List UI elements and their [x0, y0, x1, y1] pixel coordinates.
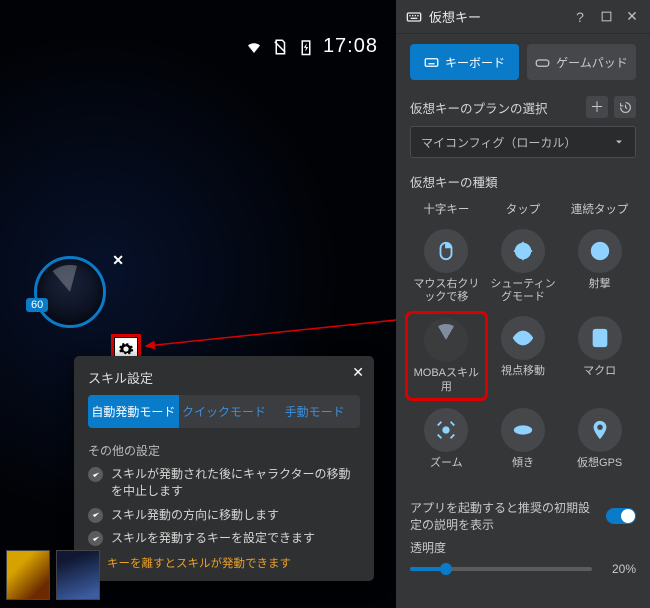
option-move-direction[interactable]: スキル発動の方向に移動します: [88, 507, 360, 524]
startup-hint: アプリを起動すると推奨の初期設定の説明を表示: [410, 499, 598, 533]
joystick-ring[interactable]: [34, 256, 106, 328]
virtual-joystick[interactable]: ✕ 60: [34, 256, 114, 336]
popup-close-button[interactable]: ✕: [352, 364, 364, 381]
option-set-key[interactable]: スキルを発動するキーを設定できます: [88, 530, 360, 547]
cat-multitap[interactable]: 連続タップ: [563, 199, 636, 219]
expand-button[interactable]: [598, 9, 614, 25]
ctl-label: 射撃: [589, 278, 611, 304]
option-label: スキルが発動された後にキャラクターの移動を中止します: [111, 466, 360, 500]
release-key-hint: キーを離すとスキルが発動できます: [88, 555, 360, 571]
popup-title: スキル設定: [88, 368, 360, 387]
mode-quick[interactable]: クイックモード: [179, 395, 270, 428]
tab-label: キーボード: [445, 54, 505, 71]
opacity-value: 20%: [602, 562, 636, 576]
ctl-label: 傾き: [512, 457, 534, 483]
battery-charging-icon: [297, 38, 315, 56]
checkbox-checked-icon: [88, 508, 103, 523]
ctl-label: マクロ: [583, 365, 616, 391]
avatar-thumbnail[interactable]: [6, 550, 50, 600]
other-settings-title: その他の設定: [88, 442, 360, 459]
key-type-categories: 十字キー タップ 連続タップ: [410, 199, 636, 219]
add-plan-button[interactable]: ＋: [586, 96, 608, 118]
script-icon: [589, 327, 611, 349]
ctl-label: 仮想GPS: [577, 457, 622, 483]
ctl-mouse-right[interactable]: マウス右クリックで移: [410, 229, 483, 304]
crosshair-scope-icon: [512, 240, 534, 262]
location-icon: [589, 419, 611, 441]
checkbox-checked-icon: [88, 467, 103, 482]
hint-text: キーを離すとスキルが発動できます: [107, 555, 291, 571]
ctl-label: マウス右クリックで移: [410, 278, 483, 304]
mode-manual[interactable]: 手動モード: [269, 395, 360, 428]
select-value: マイコンフィグ（ローカル）: [421, 134, 576, 151]
history-plan-button[interactable]: [614, 96, 636, 118]
mode-auto[interactable]: 自動発動モード: [88, 395, 179, 428]
opacity-slider[interactable]: [410, 567, 592, 571]
checkbox-checked-icon: [88, 531, 103, 546]
control-grid: マウス右クリックで移 シューティングモード 射撃 MOBAスキル用 視点移動 マ…: [410, 229, 636, 483]
ctl-label: ズーム: [430, 457, 463, 483]
sim-icon: [271, 38, 289, 56]
gear-icon: [118, 341, 134, 357]
tab-label: ゲームパッド: [556, 54, 628, 71]
option-label: スキル発動の方向に移動します: [111, 507, 279, 524]
ctl-label: MOBAスキル用: [412, 367, 481, 393]
ctl-shoot[interactable]: 射撃: [563, 229, 636, 304]
history-icon: [619, 101, 632, 114]
option-label: スキルを発動するキーを設定できます: [111, 530, 315, 547]
option-stop-movement[interactable]: スキルが発動された後にキャラクターの移動を中止します: [88, 466, 360, 500]
help-button[interactable]: ?: [572, 9, 588, 25]
close-panel-button[interactable]: ✕: [624, 9, 640, 25]
eye-icon: [512, 327, 534, 349]
ctl-gps[interactable]: 仮想GPS: [563, 408, 636, 483]
tilt-icon: [512, 419, 534, 441]
mode-segmented-control: 自動発動モード クイックモード 手動モード: [88, 395, 360, 428]
tab-keyboard[interactable]: キーボード: [410, 44, 519, 80]
input-type-tabs: キーボード ゲームパッド: [410, 44, 636, 80]
window-icon: [600, 10, 613, 23]
startup-hint-toggle[interactable]: [606, 508, 636, 524]
keyboard-icon: [424, 55, 439, 70]
plan-select[interactable]: マイコンフィグ（ローカル）: [410, 126, 636, 158]
ctl-macro[interactable]: マクロ: [563, 316, 636, 395]
joystick-badge: 60: [26, 298, 48, 312]
panel-title: 仮想キー: [429, 7, 481, 26]
wifi-icon: [245, 38, 263, 56]
ctl-tilt[interactable]: 傾き: [487, 408, 560, 483]
plan-label: 仮想キーのプランの選択: [410, 98, 548, 117]
chevron-down-icon: [613, 136, 625, 148]
tab-gamepad[interactable]: ゲームパッド: [527, 44, 636, 80]
virtual-key-panel: 仮想キー ? ✕ キーボード ゲームパッド 仮想キーのプランの選択 ＋ マイコン…: [396, 0, 650, 608]
skill-settings-popup: ✕ スキル設定 自動発動モード クイックモード 手動モード その他の設定 スキル…: [74, 356, 374, 581]
target-icon: [589, 240, 611, 262]
gamepad-icon: [535, 55, 550, 70]
opacity-label: 透明度: [410, 539, 636, 556]
keyboard-icon: [406, 9, 422, 25]
mouse-icon: [435, 240, 457, 262]
clock: 17:08: [323, 35, 378, 58]
ctl-label: 視点移動: [501, 365, 545, 391]
ctl-shooting[interactable]: シューティングモード: [487, 229, 560, 304]
phone-statusbar: 17:08: [245, 35, 378, 58]
zoom-icon: [435, 419, 457, 441]
cat-tap[interactable]: タップ: [487, 199, 560, 219]
radar-icon: [424, 318, 468, 362]
cat-cross[interactable]: 十字キー: [410, 199, 483, 219]
emulator-screen: 17:08 ✕ 60 ✕ スキル設定 自動発動モード クイックモード 手動モード…: [0, 0, 396, 608]
panel-header: 仮想キー ? ✕: [396, 0, 650, 34]
types-label: 仮想キーの種類: [410, 172, 498, 191]
ctl-view-move[interactable]: 視点移動: [487, 316, 560, 395]
ctl-zoom[interactable]: ズーム: [410, 408, 483, 483]
joystick-remove-icon[interactable]: ✕: [112, 252, 124, 269]
ctl-moba-skill[interactable]: MOBAスキル用: [410, 316, 483, 395]
ctl-label: シューティングモード: [487, 278, 560, 304]
avatar-thumbnail[interactable]: [56, 550, 100, 600]
